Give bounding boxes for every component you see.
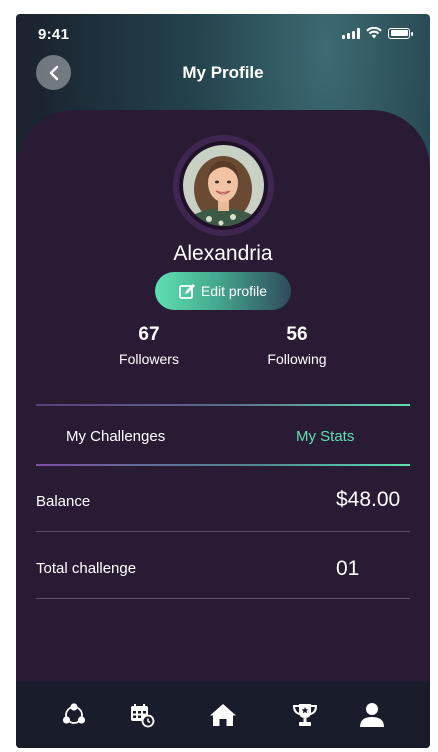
edit-icon (179, 283, 195, 299)
bottom-nav (16, 682, 430, 748)
balance-label: Balance (36, 493, 91, 510)
page-title: My Profile (182, 63, 264, 82)
status-bar: 9:41 (16, 14, 430, 54)
nav-home[interactable] (208, 700, 238, 730)
edit-profile-label: Edit profile (200, 283, 268, 299)
followers-stat[interactable]: 67 Followers (89, 324, 209, 367)
nav-profile[interactable] (357, 700, 387, 730)
avatar[interactable] (183, 145, 264, 226)
edit-profile-button[interactable]: Edit profile (155, 272, 291, 310)
followers-count: 67 (138, 324, 160, 345)
trophy-icon (292, 704, 318, 726)
battery-icon (388, 27, 413, 39)
wifi-icon (366, 27, 382, 39)
community-icon (62, 703, 86, 724)
following-label: Following (267, 351, 327, 367)
nav-community[interactable] (59, 700, 89, 730)
status-icons (342, 27, 413, 39)
tab-my-challenges[interactable]: My Challenges (66, 428, 165, 445)
row-divider (36, 598, 410, 599)
tabs-divider-active (36, 464, 410, 466)
tabs-divider-top (36, 404, 410, 406)
avatar-frame (173, 135, 274, 236)
home-icon (210, 704, 236, 726)
row-divider (36, 531, 410, 532)
status-time: 9:41 (38, 26, 70, 43)
phone-screen: 9:41 My Profile Alexandria Edit profile … (16, 14, 430, 748)
signal-icon (342, 27, 360, 39)
total-challenge-label: Total challenge (36, 560, 137, 577)
profile-name: Alexandria (173, 242, 273, 265)
profile-icon (360, 703, 384, 727)
tab-my-stats[interactable]: My Stats (296, 428, 354, 445)
following-count: 56 (286, 324, 308, 345)
followers-label: Followers (119, 351, 179, 367)
nav-calendar[interactable] (127, 700, 157, 730)
total-challenge-value: 01 (336, 557, 360, 580)
following-stat[interactable]: 56 Following (237, 324, 357, 367)
nav-trophy[interactable] (290, 700, 320, 730)
balance-value: $48.00 (336, 488, 401, 511)
calendar-icon (131, 704, 155, 728)
